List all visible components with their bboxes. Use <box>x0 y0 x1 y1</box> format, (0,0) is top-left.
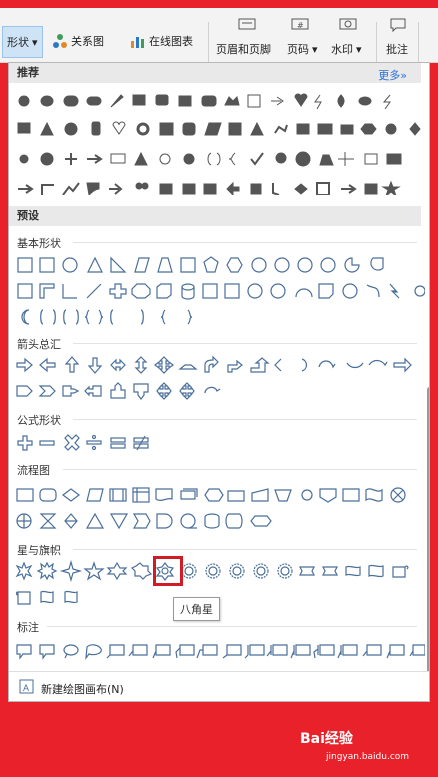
watermark-brand: Bai经验 <box>300 731 353 747</box>
scrollbar-thumb[interactable] <box>427 387 429 687</box>
bar-chart-icon <box>131 37 144 48</box>
basic-shapes-grid <box>15 253 425 343</box>
shape-button[interactable]: 形状 ▾ <box>2 26 43 58</box>
shape-label: 形状 <box>7 36 29 49</box>
flowchart-shape-icons[interactable] <box>15 483 425 531</box>
online-chart-label: 在线图表 <box>149 35 193 48</box>
relation-diagram-button[interactable]: 关系图 <box>52 30 104 52</box>
ribbon-divider <box>376 22 377 62</box>
category-formula: 公式形状 <box>17 414 61 427</box>
panel-scrollbar[interactable] <box>427 87 429 687</box>
recommended-header: 推荐 更多» <box>9 63 421 83</box>
watermark-icon <box>339 18 357 30</box>
divider <box>73 549 417 550</box>
divider <box>63 469 417 470</box>
relation-diagram-icon <box>53 34 67 48</box>
chevron-down-icon: ▾ <box>356 42 362 56</box>
ribbon-divider <box>418 22 419 62</box>
preset-title: 预设 <box>17 209 39 222</box>
category-flowchart: 流程图 <box>17 464 50 477</box>
watermark-label: 水印 <box>331 43 353 56</box>
watermark-button[interactable]: 水印 ▾ <box>331 38 362 60</box>
arrows-grid <box>15 353 425 405</box>
category-arrows: 箭头总汇 <box>17 338 61 351</box>
ribbon-divider <box>208 22 209 62</box>
page-number-label: 页码 <box>287 43 309 56</box>
chevron-down-icon: ▾ <box>312 42 318 56</box>
recommended-title: 推荐 <box>17 66 39 79</box>
chevron-down-icon: ▾ <box>32 35 38 49</box>
preset-header: 预设 <box>9 206 421 226</box>
recommended-shapes-grid <box>15 87 425 195</box>
watermark-url: jingyan.baidu.com <box>326 752 410 762</box>
octagram-shape-highlight[interactable] <box>153 556 183 586</box>
relation-diagram-label: 关系图 <box>71 35 104 48</box>
comment-button[interactable]: 批注 <box>386 38 408 60</box>
arrow-shape-icons[interactable] <box>15 353 425 405</box>
comment-icon <box>390 18 406 32</box>
divider <box>47 626 417 627</box>
frame-top-bar <box>0 0 438 8</box>
header-footer-icon <box>238 18 256 30</box>
divider <box>73 242 417 243</box>
shapes-dropdown-panel: 推荐 更多» 预设 基本形状 箭头总汇 公式形状 流程图 星与旗帜 八角星 标注… <box>8 62 430 702</box>
drawing-canvas-icon: A <box>19 679 34 694</box>
ribbon-toolbar: 形状 ▾ 关系图 在线图表 页眉和页脚 # 页码 ▾ 水印 ▾ 批注 <box>0 8 438 63</box>
header-footer-button[interactable]: 页眉和页脚 <box>216 38 271 60</box>
category-basic-shapes: 基本形状 <box>17 237 61 250</box>
new-canvas-row[interactable]: A 新建绘图画布(N) <box>9 671 429 701</box>
callouts-grid <box>15 639 425 665</box>
online-chart-button[interactable]: 在线图表 <box>130 30 193 52</box>
basic-shape-icons[interactable] <box>15 253 425 343</box>
svg-text:#: # <box>297 21 304 30</box>
svg-text:A: A <box>23 683 29 693</box>
formula-grid <box>15 431 215 455</box>
category-callouts: 标注 <box>17 621 39 634</box>
shape-tooltip: 八角星 <box>173 597 220 621</box>
stars-banners-icons[interactable] <box>15 559 425 607</box>
stars-banners-grid <box>15 559 425 607</box>
comment-label: 批注 <box>386 43 408 56</box>
category-stars-banners: 星与旗帜 <box>17 544 61 557</box>
page-number-button[interactable]: 页码 ▾ <box>287 38 318 60</box>
more-link[interactable]: 更多» <box>378 66 407 86</box>
new-canvas-label: 新建绘图画布(N) <box>41 683 124 696</box>
callout-shape-icons[interactable] <box>15 639 425 665</box>
flowchart-grid <box>15 483 425 531</box>
divider <box>73 419 417 420</box>
page-number-icon: # <box>291 18 309 30</box>
formula-shape-icons[interactable] <box>15 431 215 455</box>
divider <box>73 343 417 344</box>
recommended-shape-icons[interactable] <box>15 87 425 195</box>
header-footer-label: 页眉和页脚 <box>216 43 271 56</box>
